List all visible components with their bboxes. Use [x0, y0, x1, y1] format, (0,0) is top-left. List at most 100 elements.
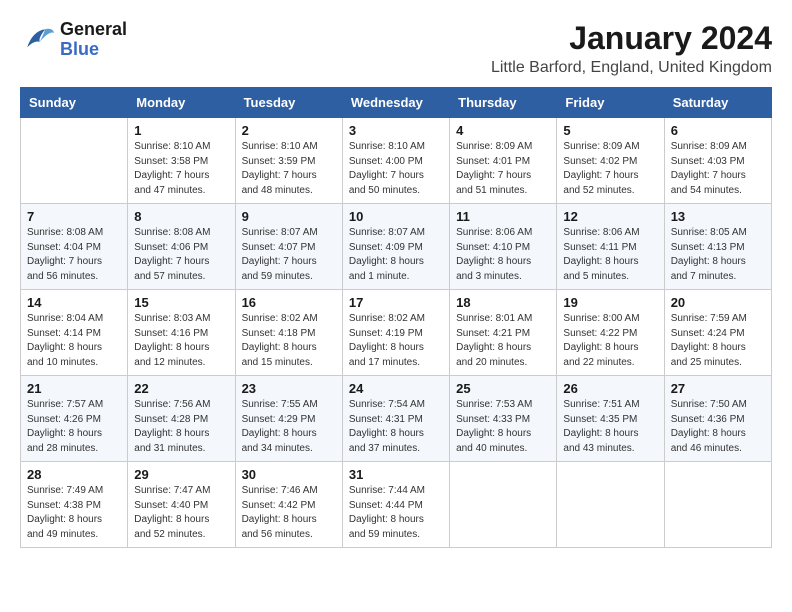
logo-text-line2: Blue: [60, 40, 127, 60]
calendar-cell: 4 Sunrise: 8:09 AMSunset: 4:01 PMDaylight…: [450, 118, 557, 204]
day-info: Sunrise: 7:53 AMSunset: 4:33 PMDaylight:…: [456, 398, 550, 456]
day-info: Sunrise: 8:08 AMSunset: 4:06 PMDaylight:…: [134, 226, 228, 284]
day-info: Sunrise: 7:46 AMSunset: 4:42 PMDaylight:…: [242, 484, 336, 542]
day-info: Sunrise: 8:06 AMSunset: 4:10 PMDaylight:…: [456, 226, 550, 284]
calendar-week-row: 14Sunrise: 8:04 AMSunset: 4:14 PMDayligh…: [21, 290, 772, 376]
calendar-cell: 5Sunrise: 8:09 AMSunset: 4:02 PMDaylight…: [557, 118, 664, 204]
calendar-cell: 20 Sunrise: 7:59 AMSunset: 4:24 PMDayligh…: [664, 290, 771, 376]
day-number: 13: [671, 209, 765, 224]
day-number: 3: [349, 123, 443, 138]
day-info: Sunrise: 8:09 AMSunset: 4:01 PMDaylight:…: [456, 140, 550, 198]
day-number: 19: [563, 295, 657, 310]
day-info: Sunrise: 8:10 AMSunset: 3:59 PMDaylight:…: [242, 140, 336, 198]
day-info: Sunrise: 8:06 AMSunset: 4:11 PMDaylight:…: [563, 226, 657, 284]
column-header-wednesday: Wednesday: [342, 88, 449, 118]
calendar-week-row: 1 Sunrise: 8:10 AMSunset: 3:58 PMDaylight…: [21, 118, 772, 204]
calendar-week-row: 7Sunrise: 8:08 AMSunset: 4:04 PMDaylight…: [21, 204, 772, 290]
day-info: Sunrise: 7:44 AMSunset: 4:44 PMDaylight:…: [349, 484, 443, 542]
calendar-cell: 7Sunrise: 8:08 AMSunset: 4:04 PMDaylight…: [21, 204, 128, 290]
day-info: Sunrise: 8:10 AMSunset: 3:58 PMDaylight:…: [134, 140, 228, 198]
day-number: 25: [456, 381, 550, 396]
calendar-cell: 1 Sunrise: 8:10 AMSunset: 3:58 PMDaylight…: [128, 118, 235, 204]
day-info: Sunrise: 7:55 AMSunset: 4:29 PMDaylight:…: [242, 398, 336, 456]
day-number: 17: [349, 295, 443, 310]
day-number: 22: [134, 381, 228, 396]
calendar-cell: 24 Sunrise: 7:54 AMSunset: 4:31 PMDayligh…: [342, 376, 449, 462]
day-number: 30: [242, 467, 336, 482]
calendar-cell: 22 Sunrise: 7:56 AMSunset: 4:28 PMDayligh…: [128, 376, 235, 462]
calendar-cell: 23Sunrise: 7:55 AMSunset: 4:29 PMDayligh…: [235, 376, 342, 462]
day-info: Sunrise: 7:56 AMSunset: 4:28 PMDaylight:…: [134, 398, 228, 456]
day-number: 31: [349, 467, 443, 482]
day-number: 24: [349, 381, 443, 396]
day-info: Sunrise: 7:47 AMSunset: 4:40 PMDaylight:…: [134, 484, 228, 542]
calendar-cell: 21 Sunrise: 7:57 AMSunset: 4:26 PMDayligh…: [21, 376, 128, 462]
day-info: Sunrise: 8:05 AMSunset: 4:13 PMDaylight:…: [671, 226, 765, 284]
calendar-title: January 2024: [491, 20, 772, 57]
calendar-cell: 10 Sunrise: 8:07 AMSunset: 4:09 PMDayligh…: [342, 204, 449, 290]
calendar-cell: 27Sunrise: 7:50 AMSunset: 4:36 PMDayligh…: [664, 376, 771, 462]
day-info: Sunrise: 8:09 AMSunset: 4:02 PMDaylight:…: [563, 140, 657, 198]
calendar-table: SundayMondayTuesdayWednesdayThursdayFrid…: [20, 87, 772, 548]
calendar-cell: 31 Sunrise: 7:44 AMSunset: 4:44 PMDayligh…: [342, 462, 449, 548]
day-number: 12: [563, 209, 657, 224]
calendar-cell: 18 Sunrise: 8:01 AMSunset: 4:21 PMDayligh…: [450, 290, 557, 376]
day-number: 29: [134, 467, 228, 482]
day-number: 18: [456, 295, 550, 310]
day-info: Sunrise: 7:59 AMSunset: 4:24 PMDaylight:…: [671, 312, 765, 370]
column-header-friday: Friday: [557, 88, 664, 118]
day-info: Sunrise: 7:57 AMSunset: 4:26 PMDaylight:…: [27, 398, 121, 456]
calendar-cell: 6 Sunrise: 8:09 AMSunset: 4:03 PMDaylight…: [664, 118, 771, 204]
day-info: Sunrise: 8:09 AMSunset: 4:03 PMDaylight:…: [671, 140, 765, 198]
calendar-cell: [450, 462, 557, 548]
calendar-cell: [21, 118, 128, 204]
day-info: Sunrise: 8:02 AMSunset: 4:19 PMDaylight:…: [349, 312, 443, 370]
day-number: 9: [242, 209, 336, 224]
day-number: 21: [27, 381, 121, 396]
day-info: Sunrise: 7:51 AMSunset: 4:35 PMDaylight:…: [563, 398, 657, 456]
day-info: Sunrise: 7:54 AMSunset: 4:31 PMDaylight:…: [349, 398, 443, 456]
day-number: 15: [134, 295, 228, 310]
day-number: 2: [242, 123, 336, 138]
column-header-tuesday: Tuesday: [235, 88, 342, 118]
day-number: 1: [134, 123, 228, 138]
logo-icon: [20, 22, 56, 58]
calendar-cell: [664, 462, 771, 548]
calendar-cell: 29 Sunrise: 7:47 AMSunset: 4:40 PMDayligh…: [128, 462, 235, 548]
day-number: 6: [671, 123, 765, 138]
calendar-cell: 12 Sunrise: 8:06 AMSunset: 4:11 PMDayligh…: [557, 204, 664, 290]
day-info: Sunrise: 7:50 AMSunset: 4:36 PMDaylight:…: [671, 398, 765, 456]
day-info: Sunrise: 8:03 AMSunset: 4:16 PMDaylight:…: [134, 312, 228, 370]
calendar-cell: 3Sunrise: 8:10 AMSunset: 4:00 PMDaylight…: [342, 118, 449, 204]
calendar-subtitle: Little Barford, England, United Kingdom: [491, 59, 772, 77]
column-header-monday: Monday: [128, 88, 235, 118]
day-number: 11: [456, 209, 550, 224]
day-number: 10: [349, 209, 443, 224]
calendar-cell: 14Sunrise: 8:04 AMSunset: 4:14 PMDayligh…: [21, 290, 128, 376]
calendar-cell: 16Sunrise: 8:02 AMSunset: 4:18 PMDayligh…: [235, 290, 342, 376]
calendar-week-row: 28Sunrise: 7:49 AMSunset: 4:38 PMDayligh…: [21, 462, 772, 548]
logo: General Blue: [20, 20, 127, 60]
logo-text-line1: General: [60, 20, 127, 40]
day-number: 8: [134, 209, 228, 224]
calendar-body: 1 Sunrise: 8:10 AMSunset: 3:58 PMDaylight…: [21, 118, 772, 548]
day-info: Sunrise: 8:01 AMSunset: 4:21 PMDaylight:…: [456, 312, 550, 370]
column-header-sunday: Sunday: [21, 88, 128, 118]
day-info: Sunrise: 8:07 AMSunset: 4:09 PMDaylight:…: [349, 226, 443, 284]
calendar-cell: 2 Sunrise: 8:10 AMSunset: 3:59 PMDaylight…: [235, 118, 342, 204]
title-area: January 2024 Little Barford, England, Un…: [491, 20, 772, 77]
column-header-thursday: Thursday: [450, 88, 557, 118]
day-info: Sunrise: 8:07 AMSunset: 4:07 PMDaylight:…: [242, 226, 336, 284]
day-number: 20: [671, 295, 765, 310]
calendar-cell: 28Sunrise: 7:49 AMSunset: 4:38 PMDayligh…: [21, 462, 128, 548]
page-header: General Blue January 2024 Little Barford…: [20, 20, 772, 77]
calendar-cell: 17 Sunrise: 8:02 AMSunset: 4:19 PMDayligh…: [342, 290, 449, 376]
calendar-cell: 8 Sunrise: 8:08 AMSunset: 4:06 PMDaylight…: [128, 204, 235, 290]
calendar-cell: 26 Sunrise: 7:51 AMSunset: 4:35 PMDayligh…: [557, 376, 664, 462]
calendar-cell: 30 Sunrise: 7:46 AMSunset: 4:42 PMDayligh…: [235, 462, 342, 548]
day-info: Sunrise: 8:08 AMSunset: 4:04 PMDaylight:…: [27, 226, 121, 284]
day-number: 4: [456, 123, 550, 138]
column-header-saturday: Saturday: [664, 88, 771, 118]
day-number: 16: [242, 295, 336, 310]
day-number: 26: [563, 381, 657, 396]
